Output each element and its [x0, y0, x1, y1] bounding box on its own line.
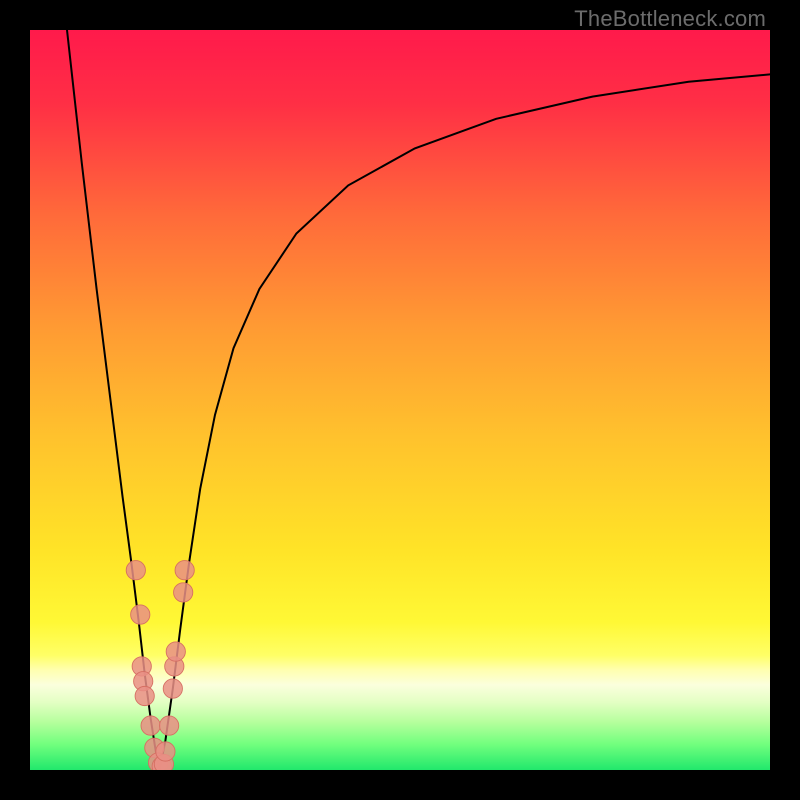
data-point	[131, 605, 150, 624]
scatter-markers	[126, 561, 194, 770]
data-point	[141, 716, 160, 735]
data-point	[156, 742, 175, 761]
data-point	[126, 561, 145, 580]
curve-layer	[30, 30, 770, 770]
chart-frame: TheBottleneck.com	[0, 0, 800, 800]
data-point	[166, 642, 185, 661]
data-point	[160, 716, 179, 735]
data-point	[135, 686, 154, 705]
plot-area	[30, 30, 770, 770]
data-point	[163, 679, 182, 698]
data-point	[174, 583, 193, 602]
watermark-text: TheBottleneck.com	[574, 6, 766, 32]
curve-right-branch	[160, 74, 771, 770]
data-point	[175, 561, 194, 580]
